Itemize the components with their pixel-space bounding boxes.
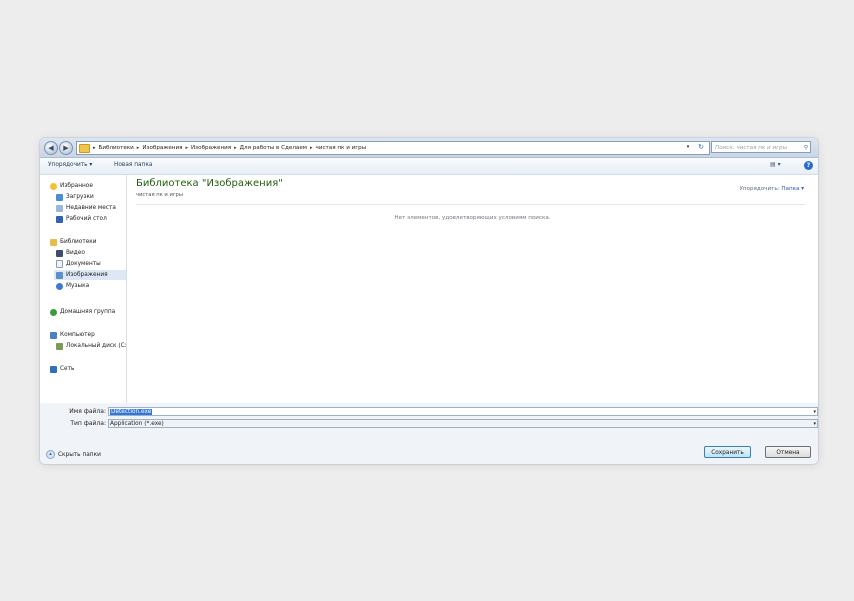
refresh-icon: ↻ <box>698 143 704 151</box>
address-bar: ◀ ▶ ▸ Библиотеки ▸ Изображения ▸ Изображ… <box>40 138 818 158</box>
refresh-button[interactable]: ↻ <box>694 141 708 153</box>
search-input[interactable]: Поиск: чистая пк и игры ⚲ <box>711 141 811 153</box>
file-list-pane: Библиотека "Изображения" чистая пк и игр… <box>127 175 818 403</box>
save-as-dialog: ◀ ▶ ▸ Библиотеки ▸ Изображения ▸ Изображ… <box>40 138 818 464</box>
hide-folders-button[interactable]: ▴ Скрыть папки <box>46 450 101 459</box>
nav-item-recent-places[interactable]: Недавние места <box>56 203 116 213</box>
downloads-icon <box>56 193 63 201</box>
nav-label: Недавние места <box>66 205 116 211</box>
new-folder-button[interactable]: Новая папка <box>114 162 152 168</box>
breadcrumb-item[interactable]: Изображения <box>188 145 234 151</box>
arrange-label: Упорядочить: <box>739 186 780 192</box>
pictures-icon <box>56 271 63 279</box>
breadcrumb-item[interactable]: Библиотеки <box>96 145 137 151</box>
nav-item-desktop[interactable]: Рабочий стол <box>56 214 107 224</box>
forward-button[interactable]: ▶ <box>59 141 73 155</box>
divider <box>136 204 806 205</box>
computer-icon <box>50 331 57 339</box>
library-title: Библиотека "Изображения" <box>136 178 283 189</box>
breadcrumb-item[interactable]: Для работы в Сделаем <box>237 145 310 151</box>
nav-homegroup[interactable]: Домашняя группа <box>50 307 115 317</box>
nav-label: Локальный диск (C: <box>66 343 127 349</box>
back-arrow-icon: ◀ <box>48 144 54 152</box>
nav-label: Библиотеки <box>60 239 97 245</box>
nav-favorites[interactable]: Избранное <box>50 181 93 191</box>
nav-label: Избранное <box>60 183 93 189</box>
chevron-down-icon[interactable]: ▾ <box>813 420 816 428</box>
view-options-button[interactable]: ▤ ▾ <box>770 161 786 170</box>
nav-label: Компьютер <box>60 332 95 338</box>
nav-item-downloads[interactable]: Загрузки <box>56 192 94 202</box>
recent-places-icon <box>56 204 63 212</box>
back-button[interactable]: ◀ <box>44 141 58 155</box>
save-button[interactable]: Сохранить <box>704 446 751 458</box>
breadcrumb-item[interactable]: чистая пк и игры <box>313 145 370 151</box>
filetype-value: Application (*.exe) <box>110 421 164 427</box>
star-icon <box>50 182 57 190</box>
filename-label: Имя файла: <box>69 408 106 415</box>
nav-label: Музыка <box>66 283 90 289</box>
nav-item-pictures[interactable]: Изображения <box>54 270 126 280</box>
nav-network[interactable]: Сеть <box>50 364 74 374</box>
filetype-select[interactable]: Application (*.exe) ▾ <box>108 419 818 428</box>
libraries-icon <box>50 238 57 246</box>
nav-item-local-disk[interactable]: Локальный диск (C: <box>56 341 127 351</box>
organize-button[interactable]: Упорядочить ▾ <box>48 162 92 168</box>
nav-label: Рабочий стол <box>66 216 107 222</box>
hide-folders-label: Скрыть папки <box>58 451 101 458</box>
music-icon <box>56 282 63 290</box>
nav-label: Изображения <box>66 272 108 278</box>
nav-item-documents[interactable]: Документы <box>56 259 101 269</box>
breadcrumb-item[interactable]: Изображения <box>139 145 185 151</box>
drive-icon <box>56 342 63 350</box>
forward-arrow-icon: ▶ <box>63 144 69 152</box>
chevron-down-icon: ▾ <box>686 144 690 150</box>
nav-item-video[interactable]: Видео <box>56 248 85 258</box>
search-placeholder: Поиск: чистая пк и игры <box>715 145 787 151</box>
path-dropdown-button[interactable]: ▾ <box>684 141 692 153</box>
chevron-down-icon[interactable]: ▾ <box>813 408 816 416</box>
nav-label: Сеть <box>60 366 75 372</box>
filename-value: Detection.exe <box>110 409 153 415</box>
empty-message: Нет элементов, удовлетворяющих условиям … <box>394 215 551 221</box>
document-icon <box>56 260 63 268</box>
help-icon[interactable]: ? <box>804 161 813 170</box>
nav-computer[interactable]: Компьютер <box>50 330 95 340</box>
nav-label: Загрузки <box>66 194 94 200</box>
arrange-dropdown[interactable]: Папка ▾ <box>781 186 804 192</box>
nav-label: Документы <box>66 261 101 267</box>
nav-item-music[interactable]: Музыка <box>56 281 89 291</box>
filename-field[interactable]: Detection.exe ▾ <box>108 407 818 416</box>
navigation-pane: Избранное Загрузки Недавние места Рабочи… <box>40 175 127 403</box>
view-icon: ▤ ▾ <box>770 161 781 168</box>
folder-icon <box>79 143 90 153</box>
breadcrumb[interactable]: ▸ Библиотеки ▸ Изображения ▸ Изображения… <box>76 141 710 155</box>
nav-libraries[interactable]: Библиотеки <box>50 237 97 247</box>
network-icon <box>50 365 57 373</box>
video-icon <box>56 249 63 257</box>
search-icon: ⚲ <box>803 145 808 151</box>
arrange-by: Упорядочить: Папка ▾ <box>739 186 804 192</box>
nav-label: Видео <box>66 250 85 256</box>
homegroup-icon <box>50 308 57 316</box>
library-subtitle: чистая пк и игры <box>136 192 183 198</box>
command-bar: Упорядочить ▾ Новая папка ▤ ▾ ? <box>40 158 818 175</box>
chevron-up-icon: ▴ <box>46 450 55 459</box>
nav-label: Домашняя группа <box>60 309 116 315</box>
cancel-button[interactable]: Отмена <box>765 446 811 458</box>
save-panel: Имя файла: Detection.exe ▾ Тип файла: Ap… <box>40 404 818 464</box>
desktop-icon <box>56 215 63 223</box>
filetype-label: Тип файла: <box>70 420 106 427</box>
